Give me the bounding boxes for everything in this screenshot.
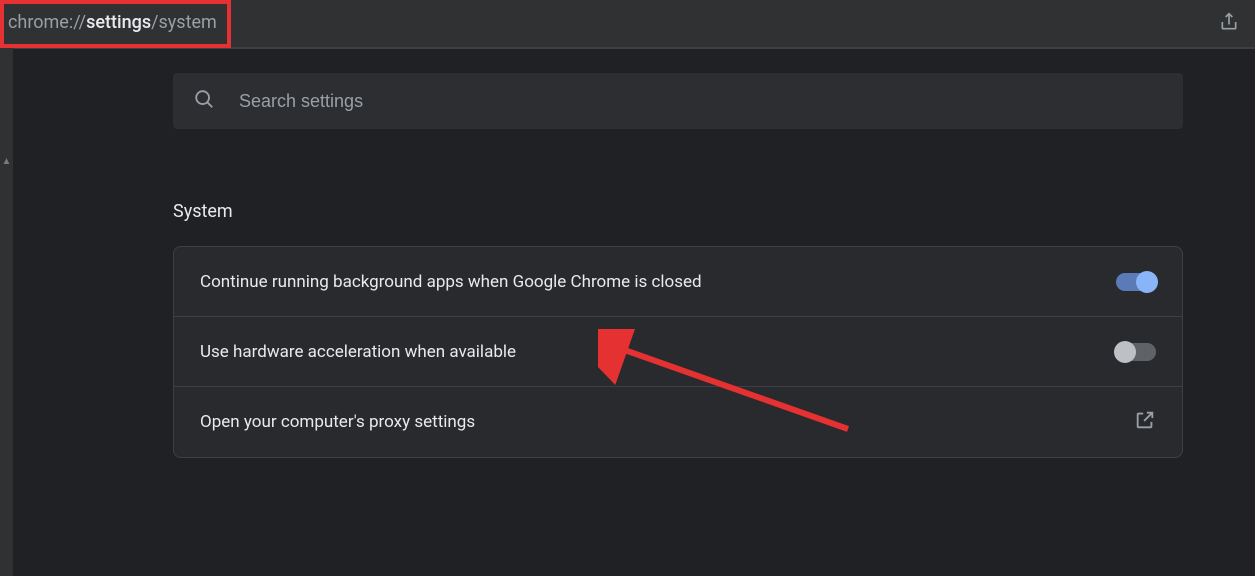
setting-row-proxy[interactable]: Open your computer's proxy settings [174,387,1182,457]
url-text: chrome://settings/system [8,12,217,33]
section-title: System [173,201,1183,222]
toggle-hardware-accel[interactable] [1116,343,1156,361]
left-gutter: ▲ [0,48,13,576]
toggle-background-apps[interactable] [1116,273,1156,291]
setting-label: Continue running background apps when Go… [200,272,702,292]
search-bar[interactable] [173,73,1183,129]
toggle-knob [1114,341,1136,363]
setting-row-hardware-accel: Use hardware acceleration when available [174,317,1182,387]
setting-label: Open your computer's proxy settings [200,412,475,432]
search-input[interactable] [239,91,1163,112]
setting-label: Use hardware acceleration when available [200,342,516,362]
setting-row-background-apps: Continue running background apps when Go… [174,247,1182,317]
external-link-icon [1134,409,1156,435]
toggle-knob [1136,271,1158,293]
address-bar[interactable]: chrome://settings/system [0,0,1255,48]
share-icon[interactable] [1219,12,1239,36]
search-icon [193,88,215,114]
scroll-up-icon[interactable]: ▲ [0,156,13,169]
settings-card: Continue running background apps when Go… [173,246,1183,458]
url-highlight-box: chrome://settings/system [0,0,231,48]
